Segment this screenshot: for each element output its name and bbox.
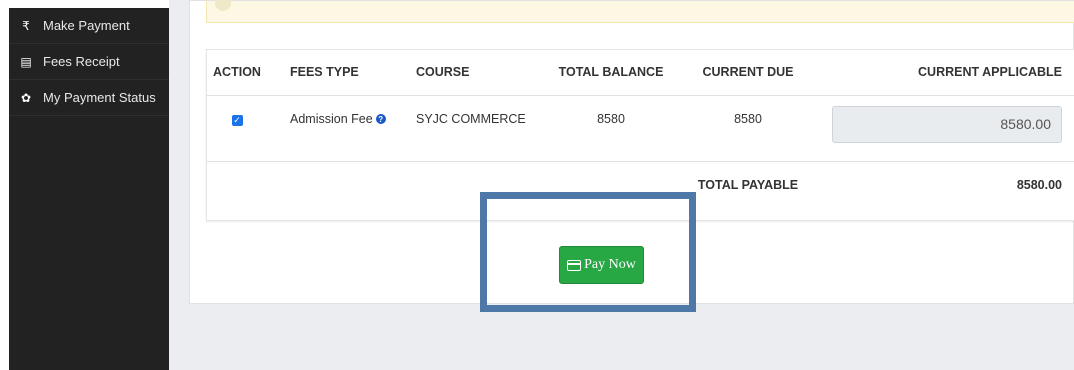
- pay-now-button[interactable]: Pay Now: [559, 246, 644, 284]
- column-header-fees-type: FEES TYPE: [267, 50, 393, 96]
- sidebar-item-label: Make Payment: [43, 18, 130, 33]
- fee-select-checkbox[interactable]: ✓: [231, 114, 243, 126]
- sidebar-item-my-payment-status[interactable]: ✿ My Payment Status: [9, 80, 169, 116]
- help-icon[interactable]: ?: [375, 114, 386, 124]
- total-payable-label: TOTAL PAYABLE: [697, 177, 799, 192]
- table-row: ✓ Admission Fee? SYJC COMMERCE 8580 8580: [207, 95, 1074, 162]
- table-header-row: ACTION FEES TYPE COURSE TOTAL BALANCE CU…: [207, 50, 1074, 96]
- sidebar-item-make-payment[interactable]: ₹ Make Payment: [9, 8, 169, 44]
- total-payable-value: 8580.00: [1016, 177, 1062, 192]
- course-cell: SYJC COMMERCE: [393, 95, 539, 162]
- column-header-action: ACTION: [207, 50, 267, 96]
- column-header-course: COURSE: [393, 50, 539, 96]
- pay-now-label: Pay Now: [584, 257, 636, 272]
- receipt-icon: ▤: [20, 54, 32, 69]
- sidebar: ₹ Make Payment ▤ Fees Receipt ✿ My Payme…: [9, 8, 169, 370]
- payment-panel: ACTION FEES TYPE COURSE TOTAL BALANCE CU…: [189, 0, 1074, 312]
- current-applicable-input[interactable]: [832, 105, 1062, 143]
- total-balance-cell: 8580: [539, 95, 683, 162]
- column-header-current-due: CURRENT DUE: [683, 50, 813, 96]
- main-content: ACTION FEES TYPE COURSE TOTAL BALANCE CU…: [169, 0, 1074, 370]
- sidebar-item-label: Fees Receipt: [43, 54, 120, 69]
- fees-type-cell: Admission Fee: [290, 111, 373, 126]
- column-header-total-balance: TOTAL BALANCE: [539, 50, 683, 96]
- notice-alert: [206, 0, 1074, 23]
- sidebar-item-label: My Payment Status: [43, 90, 156, 105]
- screen: ₹ Make Payment ▤ Fees Receipt ✿ My Payme…: [0, 0, 1074, 370]
- rupee-icon: ₹: [22, 18, 30, 33]
- gear-icon: ✿: [20, 90, 32, 105]
- current-due-cell: 8580: [683, 95, 813, 162]
- sidebar-item-fees-receipt[interactable]: ▤ Fees Receipt: [9, 44, 169, 80]
- column-header-current-applicable: CURRENT APPLICABLE: [813, 50, 1074, 96]
- credit-card-icon: [567, 259, 582, 271]
- info-icon: [215, 0, 231, 11]
